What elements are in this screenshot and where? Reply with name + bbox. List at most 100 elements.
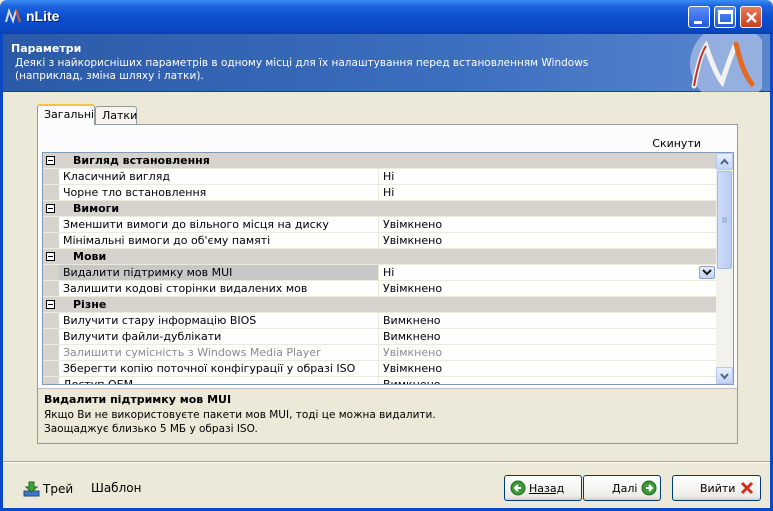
grid-category[interactable]: Мови bbox=[43, 249, 717, 265]
property-value[interactable]: Ні bbox=[379, 265, 717, 280]
property-value-text: Увімкнено bbox=[383, 282, 443, 295]
minimize-icon bbox=[694, 21, 702, 24]
grid-category-name: Вигляд встановлення bbox=[73, 154, 210, 167]
back-button[interactable]: Назад bbox=[504, 475, 582, 501]
grid-property-row[interactable]: Видалити підтримку мов MUI Ні bbox=[43, 265, 717, 281]
property-value-text: Ні bbox=[383, 186, 395, 199]
page-header: Параметри Деякі з найкорисніших параметр… bbox=[3, 34, 770, 92]
property-value-text: Увімкнено bbox=[383, 346, 443, 359]
grid-property-row[interactable]: Вилучити файли-дублікати Вимкнено bbox=[43, 329, 717, 345]
property-name: Видалити підтримку мов MUI bbox=[59, 265, 379, 280]
window-title: nLite bbox=[26, 8, 60, 24]
grid-gutter bbox=[43, 265, 59, 280]
grid-property-row[interactable]: Чорне тло встановлення Ні bbox=[43, 185, 717, 201]
collapse-icon[interactable] bbox=[46, 252, 55, 261]
maximize-button[interactable] bbox=[714, 6, 736, 28]
help-line-1: Якщо Ви не використовуєте пакети мов MUI… bbox=[44, 409, 436, 421]
grid-property-row[interactable]: Зберегти копію поточної конфігурації у о… bbox=[43, 361, 717, 377]
next-button[interactable]: Далі bbox=[583, 475, 661, 501]
property-value[interactable]: Ні bbox=[379, 185, 717, 200]
property-value[interactable]: Вимкнено bbox=[379, 329, 717, 344]
page-description: Деякі з найкорисніших параметрів в одном… bbox=[15, 57, 589, 82]
property-name: Вилучити стару інформацію BIOS bbox=[59, 313, 379, 328]
property-name: Зберегти копію поточної конфігурації у о… bbox=[59, 361, 379, 376]
grid-property-row[interactable]: Класичний вигляд Ні bbox=[43, 169, 717, 185]
property-value[interactable]: Увімкнено bbox=[379, 345, 717, 360]
property-value[interactable]: Увімкнено bbox=[379, 233, 717, 248]
next-arrow-icon bbox=[641, 480, 657, 496]
property-value-text: Ні bbox=[383, 170, 395, 183]
property-grid-rows: Вигляд встановлення Класичний вигляд Ні Чор… bbox=[43, 153, 717, 385]
property-value-text: Вимкнено bbox=[383, 378, 441, 385]
exit-label: Вийти bbox=[700, 482, 736, 495]
property-value-text: Вимкнено bbox=[383, 330, 441, 343]
property-value[interactable]: Вимкнено bbox=[379, 377, 717, 385]
property-value-text: Увімкнено bbox=[383, 362, 443, 375]
nlite-app-icon bbox=[5, 7, 21, 25]
grid-gutter bbox=[43, 201, 59, 216]
collapse-icon[interactable] bbox=[46, 204, 55, 213]
grid-category[interactable]: Вимоги bbox=[43, 201, 717, 217]
grid-gutter bbox=[43, 345, 59, 360]
tab-general[interactable]: Загальні bbox=[37, 104, 95, 125]
grid-gutter bbox=[43, 185, 59, 200]
tab-patches[interactable]: Латки bbox=[95, 106, 137, 124]
property-value-text: Увімкнено bbox=[383, 234, 443, 247]
grid-gutter bbox=[43, 361, 59, 376]
property-name: Залишити кодові сторінки видалених мов bbox=[59, 281, 379, 296]
minimize-button[interactable] bbox=[688, 6, 710, 28]
page-title: Параметри bbox=[11, 42, 82, 55]
property-name: Доступ OEM bbox=[59, 377, 379, 384]
tray-button[interactable]: Трей bbox=[23, 481, 73, 497]
grid-property-row[interactable]: Мінімальні вимоги до об'єму памяті Увімкн… bbox=[43, 233, 717, 249]
property-value-text: Ні bbox=[383, 266, 395, 279]
grid-gutter bbox=[43, 281, 59, 296]
grid-category[interactable]: Різне bbox=[43, 297, 717, 313]
grip-icon bbox=[722, 217, 727, 223]
grid-gutter bbox=[43, 377, 59, 384]
grid-category-name: Різне bbox=[73, 298, 107, 311]
grid-property-row[interactable]: Залишити сумісність з Windows Media Play… bbox=[43, 345, 717, 361]
title-bar[interactable]: nLite bbox=[0, 0, 773, 34]
grid-category-name: Вимоги bbox=[73, 202, 120, 215]
reset-button[interactable]: Скинути bbox=[652, 137, 701, 150]
scroll-down-button[interactable] bbox=[716, 367, 733, 384]
tray-down-arrow-icon bbox=[23, 481, 40, 497]
grid-property-row[interactable]: Залишити кодові сторінки видалених мов Ув… bbox=[43, 281, 717, 297]
property-name: Класичний вигляд bbox=[59, 169, 379, 184]
scroll-up-button[interactable] bbox=[716, 153, 733, 170]
grid-property-row[interactable]: Зменшити вимоги до вільного місця на дис… bbox=[43, 217, 717, 233]
content-panel: Загальні Латки Скинути Вигляд встановлен… bbox=[3, 92, 770, 455]
scroll-thumb[interactable] bbox=[717, 171, 732, 269]
property-name: Зменшити вимоги до вільного місця на дис… bbox=[59, 217, 379, 232]
collapse-icon[interactable] bbox=[46, 156, 55, 165]
help-panel: Видалити підтримку мов MUI Якщо Ви не ви… bbox=[38, 388, 737, 443]
grid-property-row[interactable]: Вилучити стару інформацію BIOS Вимкнено bbox=[43, 313, 717, 329]
help-line-2: Заощаджує близько 5 МБ у образі ISO. bbox=[44, 423, 258, 435]
collapse-icon[interactable] bbox=[46, 300, 55, 309]
property-value[interactable]: Ні bbox=[379, 169, 717, 184]
property-value[interactable]: Увімкнено bbox=[379, 361, 717, 376]
dropdown-button[interactable] bbox=[699, 266, 715, 279]
grid-scrollbar[interactable] bbox=[716, 153, 733, 384]
chevron-down-icon bbox=[702, 269, 712, 276]
property-name: Залишити сумісність з Windows Media Play… bbox=[59, 345, 379, 360]
template-button[interactable]: Шаблон bbox=[91, 481, 141, 495]
property-value-text: Вимкнено bbox=[383, 314, 441, 327]
close-icon bbox=[746, 12, 757, 23]
property-value[interactable]: Вимкнено bbox=[379, 313, 717, 328]
property-value-text: Увімкнено bbox=[383, 218, 443, 231]
grid-property-row[interactable]: Доступ OEM Вимкнено bbox=[43, 377, 717, 385]
tray-label: Трей bbox=[43, 482, 74, 496]
help-title: Видалити підтримку мов MUI bbox=[44, 393, 232, 406]
property-value[interactable]: Увімкнено bbox=[379, 217, 717, 232]
property-name: Чорне тло встановлення bbox=[59, 185, 379, 200]
grid-gutter bbox=[43, 313, 59, 328]
close-button[interactable] bbox=[740, 6, 762, 28]
exit-button[interactable]: Вийти bbox=[672, 475, 761, 501]
grid-gutter bbox=[43, 217, 59, 232]
property-grid[interactable]: Вигляд встановлення Класичний вигляд Ні Чор… bbox=[42, 152, 734, 385]
grid-category-name: Мови bbox=[73, 250, 107, 263]
grid-category[interactable]: Вигляд встановлення bbox=[43, 153, 717, 169]
property-value[interactable]: Увімкнено bbox=[379, 281, 717, 296]
